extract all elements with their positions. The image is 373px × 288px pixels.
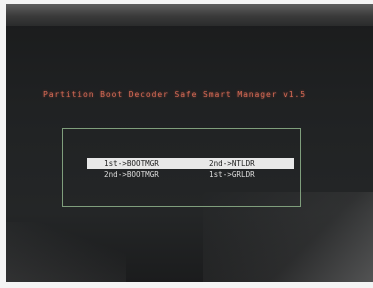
screen-glare-left	[6, 222, 126, 282]
monitor-bezel	[6, 4, 373, 26]
boot-option-2nd-bootmgr[interactable]: 2nd->BOOTMGR	[104, 169, 159, 180]
boot-option-2nd-ntldr[interactable]: 2nd->NTLDR	[209, 158, 255, 169]
boot-menu-box: 1st->BOOTMGR 2nd->NTLDR 2nd->BOOTMGR 1st…	[62, 128, 301, 207]
boot-option-1st-bootmgr[interactable]: 1st->BOOTMGR	[104, 158, 159, 169]
boot-menu-row-selected[interactable]: 1st->BOOTMGR 2nd->NTLDR	[87, 158, 294, 169]
monitor-screen: Partition Boot Decoder Safe Smart Manage…	[6, 4, 373, 282]
boot-option-1st-grldr[interactable]: 1st->GRLDR	[209, 169, 255, 180]
boot-menu-row[interactable]: 2nd->BOOTMGR 1st->GRLDR	[87, 169, 294, 180]
boot-manager-title: Partition Boot Decoder Safe Smart Manage…	[43, 90, 306, 99]
